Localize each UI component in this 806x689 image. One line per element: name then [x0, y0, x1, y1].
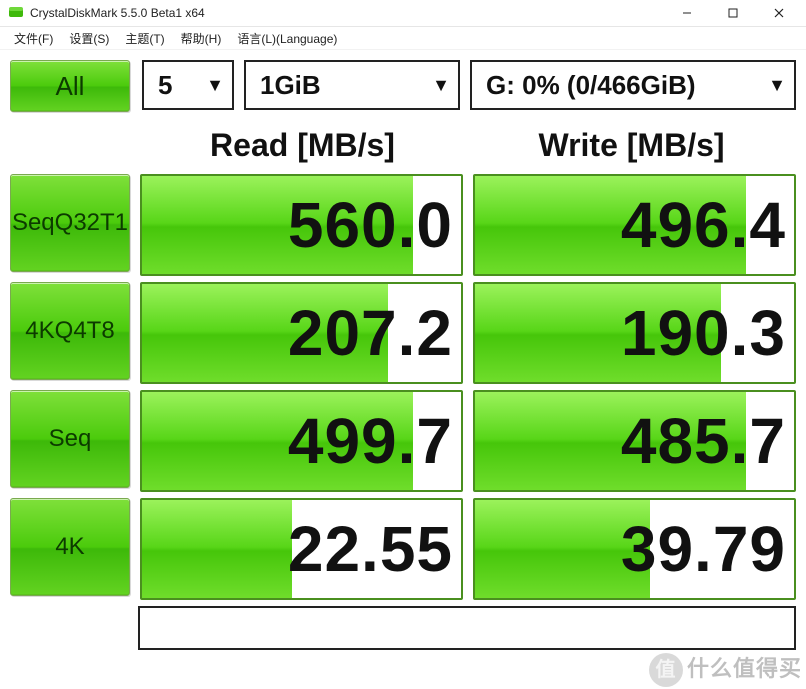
write-cell: 190.3 [473, 282, 796, 384]
read-cell: 499.7 [140, 390, 463, 492]
close-button[interactable] [756, 0, 802, 26]
footer-input[interactable] [138, 606, 796, 650]
header-row: Read [MB/s] Write [MB/s] [10, 116, 796, 174]
read-cell: 207.2 [140, 282, 463, 384]
chevron-down-icon: ▼ [768, 75, 786, 96]
write-value: 190.3 [621, 296, 786, 370]
test-button-1[interactable]: 4KQ4T8 [10, 282, 130, 380]
read-value: 499.7 [288, 404, 453, 478]
window-title: CrystalDiskMark 5.5.0 Beta1 x64 [30, 6, 664, 20]
write-cell: 496.4 [473, 174, 796, 276]
menu-theme[interactable]: 主题(T) [117, 28, 172, 49]
watermark-text: 什么值得买 [687, 656, 802, 681]
runs-select[interactable]: 5 ▼ [142, 60, 234, 110]
write-value: 496.4 [621, 188, 786, 262]
chevron-down-icon: ▼ [206, 75, 224, 96]
menu-file[interactable]: 文件(F) [6, 28, 61, 49]
test-button-2[interactable]: Seq [10, 390, 130, 488]
drive-select[interactable]: G: 0% (0/466GiB) ▼ [470, 60, 796, 110]
menu-language[interactable]: 语言(L)(Language) [229, 28, 345, 49]
watermark: 值什么值得买 [649, 651, 802, 687]
result-row: 4KQ4T8 207.2 190.3 [10, 282, 796, 380]
read-cell: 560.0 [140, 174, 463, 276]
write-cell: 39.79 [473, 498, 796, 600]
write-cell: 485.7 [473, 390, 796, 492]
drive-value: G: 0% (0/466GiB) [486, 70, 768, 101]
result-row: SeqQ32T1 560.0 496.4 [10, 174, 796, 272]
write-value: 485.7 [621, 404, 786, 478]
read-value: 22.55 [288, 512, 453, 586]
app-icon [8, 5, 24, 21]
titlebar: CrystalDiskMark 5.5.0 Beta1 x64 [0, 0, 806, 27]
menubar: 文件(F) 设置(S) 主题(T) 帮助(H) 语言(L)(Language) [0, 27, 806, 50]
test-button-3[interactable]: 4K [10, 498, 130, 596]
maximize-button[interactable] [710, 0, 756, 26]
read-value: 560.0 [288, 188, 453, 262]
test-button-0[interactable]: SeqQ32T1 [10, 174, 130, 272]
read-value: 207.2 [288, 296, 453, 370]
header-read: Read [MB/s] [138, 127, 467, 164]
chevron-down-icon: ▼ [432, 75, 450, 96]
size-value: 1GiB [260, 70, 432, 101]
menu-settings[interactable]: 设置(S) [61, 28, 117, 49]
result-row: 4K 22.55 39.79 [10, 498, 796, 596]
watermark-icon: 值 [649, 653, 683, 687]
runs-value: 5 [158, 70, 206, 101]
run-all-button[interactable]: All [10, 60, 130, 112]
header-write: Write [MB/s] [467, 127, 796, 164]
read-cell: 22.55 [140, 498, 463, 600]
menu-help[interactable]: 帮助(H) [173, 28, 230, 49]
minimize-button[interactable] [664, 0, 710, 26]
write-value: 39.79 [621, 512, 786, 586]
result-row: Seq 499.7 485.7 [10, 390, 796, 488]
progress-bar [142, 500, 292, 598]
size-select[interactable]: 1GiB ▼ [244, 60, 460, 110]
